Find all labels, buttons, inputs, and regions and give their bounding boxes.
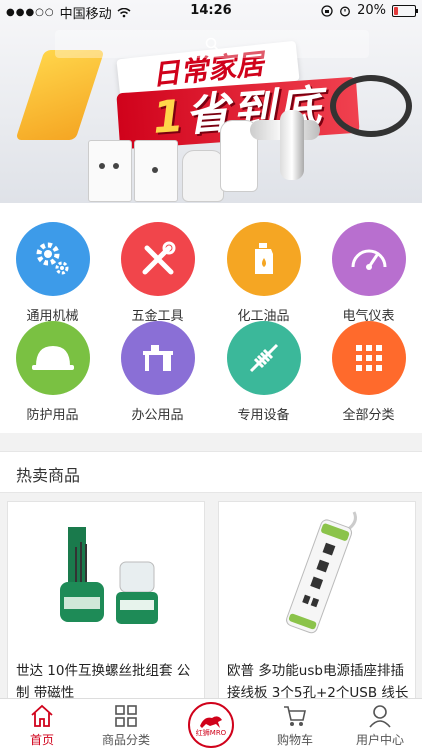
nav-category[interactable]: 商品分类 <box>84 699 168 751</box>
gears-icon <box>15 222 90 296</box>
category-grid: 通用机械 五金工具 化工油品 电气仪表 防护用品 办公用品 专用设备 全部分类 <box>0 203 422 433</box>
category-label: 全部分类 <box>342 408 395 423</box>
home-icon <box>31 704 53 727</box>
helmet-icon <box>15 321 90 395</box>
category-label: 专用设备 <box>237 408 290 423</box>
category-chemical-oil[interactable]: 化工油品 <box>211 222 316 324</box>
category-special-equipment[interactable]: 专用设备 <box>211 321 316 423</box>
oil-can-icon <box>226 222 301 296</box>
tools-icon <box>120 222 195 296</box>
hot-products-header: 热卖商品 <box>0 451 422 493</box>
status-bar: ●●●○○ 中国移动 14:26 20% <box>0 0 422 22</box>
category-protection[interactable]: 防护用品 <box>0 321 105 423</box>
gauge-icon <box>331 222 406 296</box>
alarm-icon <box>340 6 351 16</box>
search-icon <box>205 37 219 51</box>
nav-home[interactable]: 首页 <box>0 699 84 751</box>
battery-icon <box>392 4 418 17</box>
product-title: 欧普 多功能usb电源插座排插接线板 3个5孔+2个USB 线长2 <box>227 663 409 701</box>
product-image <box>286 511 357 634</box>
desk-icon <box>120 321 195 395</box>
category-label: 防护用品 <box>26 408 79 423</box>
cable-image <box>330 75 412 137</box>
category-electric-meters[interactable]: 电气仪表 <box>316 222 421 324</box>
product-bottle-image <box>182 150 224 202</box>
grid-icon <box>331 321 406 395</box>
switch-image <box>134 140 178 202</box>
nav-label: 首页 <box>29 733 54 747</box>
switch-image <box>88 140 132 202</box>
product-title: 世达 10件互换螺丝批组套 公制 带磁性 <box>16 663 191 701</box>
brand-text: 红狮MRO <box>195 729 227 737</box>
nav-cart[interactable]: 购物车 <box>253 699 337 751</box>
battery-level <box>394 6 399 15</box>
cart-icon <box>284 706 306 726</box>
banner-decoration <box>15 50 105 140</box>
rotation-lock-icon <box>321 4 333 17</box>
nav-user[interactable]: 用户中心 <box>338 699 422 751</box>
category-general-machinery[interactable]: 通用机械 <box>0 222 105 324</box>
battery-percent: 20% <box>357 3 386 18</box>
user-icon <box>369 705 391 728</box>
category-hardware-tools[interactable]: 五金工具 <box>105 222 210 324</box>
nav-label: 商品分类 <box>101 733 150 747</box>
brand-logo-icon: 红狮MRO <box>188 702 234 748</box>
category-office[interactable]: 办公用品 <box>105 321 210 423</box>
nav-brand[interactable]: 红狮MRO <box>169 699 253 751</box>
category-all[interactable]: 全部分类 <box>316 321 421 423</box>
faucet-image <box>280 110 304 180</box>
product-card[interactable]: 欧普 多功能usb电源插座排插接线板 3个5孔+2个USB 线长2 <box>218 501 416 703</box>
nav-label: 购物车 <box>276 733 313 747</box>
product-image <box>60 527 158 624</box>
nav-label: 用户中心 <box>355 733 404 747</box>
search-bar[interactable] <box>55 30 369 58</box>
category-grid-icon <box>115 705 137 727</box>
bottom-nav: 首页 商品分类 红狮MRO 购物车 用户中心 <box>0 698 422 751</box>
promo-banner[interactable]: 日常家居 1省到底 <box>0 0 422 203</box>
product-card[interactable]: 世达 10件互换螺丝批组套 公制 带磁性 <box>7 501 205 703</box>
section-title: 热卖商品 <box>16 466 81 485</box>
category-label: 办公用品 <box>131 408 184 423</box>
spring-icon <box>226 321 301 395</box>
